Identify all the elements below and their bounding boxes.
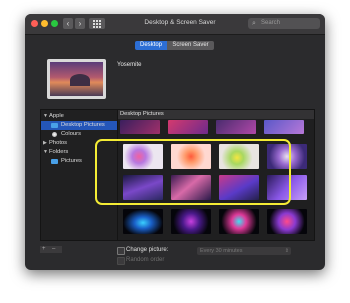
show-all-grid-icon[interactable] — [89, 18, 105, 29]
tab-desktop[interactable]: Desktop — [135, 41, 167, 50]
collapse-triangle-icon[interactable]: ▶ — [43, 139, 47, 148]
minimize-window-button[interactable] — [41, 20, 48, 27]
chevron-updown-icon: ⇕ — [284, 248, 289, 254]
wallpaper-thumbnail[interactable] — [219, 209, 259, 234]
current-desktop-preview — [47, 59, 106, 99]
sidebar-item-label: Colours — [61, 131, 81, 137]
search-field[interactable]: ⌕ Search — [248, 18, 320, 29]
color-dot-icon — [52, 132, 57, 137]
expand-triangle-icon[interactable]: ▼ — [43, 112, 48, 121]
sidebar-item-label: Pictures — [61, 158, 82, 164]
folder-icon — [51, 159, 58, 164]
search-icon: ⌕ — [252, 20, 256, 27]
random-order-checkbox[interactable] — [117, 257, 125, 265]
forward-button[interactable]: › — [75, 18, 85, 29]
grid-header: Desktop Pictures — [118, 110, 314, 119]
wallpaper-thumbnail[interactable] — [171, 209, 211, 234]
wallpaper-thumbnail[interactable] — [264, 120, 304, 134]
zoom-window-button[interactable] — [51, 20, 58, 27]
random-order-label: Random order — [126, 257, 165, 263]
add-remove-folder-buttons[interactable]: + – — [40, 246, 62, 253]
sidebar-item-label: Folders — [49, 149, 69, 155]
sidebar-item-apple[interactable]: ▼ Apple — [41, 112, 117, 121]
interval-value: Every 30 minutes — [200, 248, 243, 254]
remove-folder-button[interactable]: – — [52, 246, 55, 253]
current-picture-name: Yosemite — [117, 62, 142, 68]
window-title: Desktop & Screen Saver — [144, 19, 216, 26]
sidebar-item-label: Desktop Pictures — [61, 122, 105, 128]
highlight-annotation — [95, 139, 291, 205]
title-bar: ‹ › Desktop & Screen Saver ⌕ Search — [25, 14, 325, 35]
change-picture-label: Change picture: — [126, 247, 169, 253]
wallpaper-thumbnail[interactable] — [168, 120, 208, 134]
close-window-button[interactable] — [31, 20, 38, 27]
sidebar-item-colours[interactable]: Colours — [41, 130, 117, 139]
expand-triangle-icon[interactable]: ▼ — [43, 148, 48, 157]
add-folder-button[interactable]: + — [42, 246, 46, 252]
yosemite-thumbnail — [50, 62, 103, 96]
wallpaper-thumbnail[interactable] — [267, 209, 307, 234]
wallpaper-thumbnail[interactable] — [123, 209, 163, 234]
sidebar-item-label: Photos — [49, 140, 68, 146]
sidebar-item-label: Apple — [49, 113, 64, 119]
wallpaper-thumbnail[interactable] — [120, 120, 160, 134]
change-interval-select[interactable]: Every 30 minutes ⇕ — [197, 247, 291, 255]
wallpaper-thumbnail[interactable] — [216, 120, 256, 134]
tab-screen-saver[interactable]: Screen Saver — [167, 41, 214, 50]
search-placeholder: Search — [261, 20, 281, 26]
back-button[interactable]: ‹ — [63, 18, 73, 29]
change-picture-checkbox[interactable] — [117, 247, 125, 255]
folder-icon — [51, 123, 58, 128]
sidebar-item-desktop-pictures[interactable]: Desktop Pictures — [41, 121, 117, 130]
mountain-silhouette — [70, 74, 90, 86]
